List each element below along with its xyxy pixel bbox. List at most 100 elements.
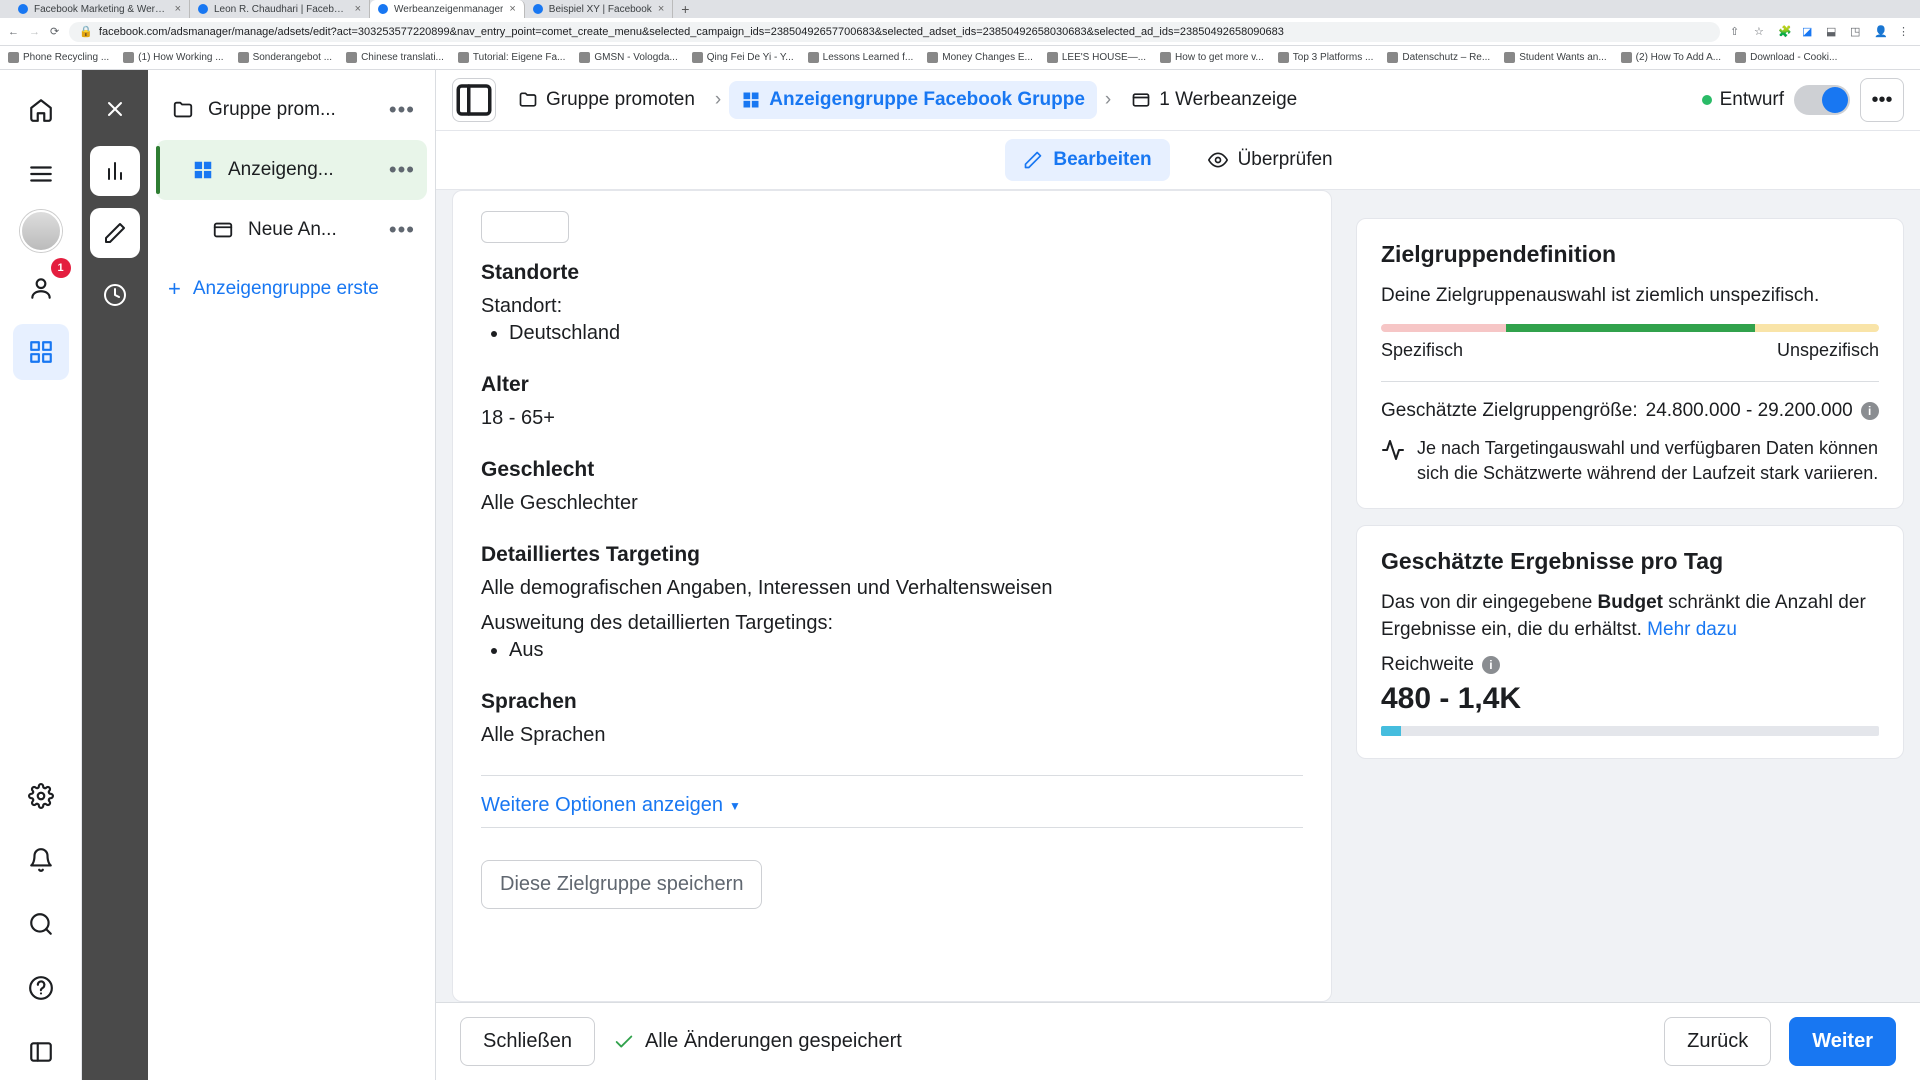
close-editor-button[interactable] — [90, 84, 140, 134]
extension-icon[interactable]: ⬓ — [1826, 25, 1840, 39]
location-value: Deutschland — [509, 322, 1303, 345]
audience-definition-card: Zielgruppendefinition Deine Zielgruppena… — [1356, 218, 1904, 509]
bookmark[interactable]: Tutorial: Eigene Fa... — [458, 52, 565, 63]
tree-row-adset[interactable]: Anzeigeng... ••• — [156, 140, 427, 200]
nav-home[interactable] — [13, 82, 69, 138]
breadcrumb-ad[interactable]: 1 Werbeanzeige — [1119, 81, 1309, 119]
nav-search[interactable] — [13, 896, 69, 952]
row-menu-icon[interactable]: ••• — [389, 97, 415, 123]
bookmark[interactable]: Student Wants an... — [1504, 52, 1606, 63]
extension-icon[interactable]: ◳ — [1850, 25, 1864, 39]
nav-account[interactable] — [20, 210, 62, 252]
nav-back-icon[interactable]: ← — [8, 26, 19, 38]
tree-row-ad[interactable]: Neue An... ••• — [156, 200, 427, 260]
url-bar[interactable]: 🔒facebook.com/adsmanager/manage/adsets/e… — [69, 22, 1720, 42]
nav-help[interactable] — [13, 960, 69, 1016]
panel-toggle-button[interactable] — [452, 78, 496, 122]
nav-audiences[interactable]: 1 — [13, 260, 69, 316]
nav-notifications[interactable] — [13, 832, 69, 888]
browser-tab[interactable]: Werbeanzeigenmanager× — [370, 0, 525, 18]
nav-ads-manager[interactable] — [13, 324, 69, 380]
new-tab-button[interactable]: + — [673, 1, 697, 17]
campaign-tree: Gruppe prom... ••• Anzeigeng... ••• Neue… — [148, 70, 436, 1080]
info-icon[interactable]: i — [1482, 656, 1500, 674]
browser-tab[interactable]: Facebook Marketing & Werbe...× — [10, 0, 190, 18]
badge: 1 — [51, 258, 71, 278]
bookmark[interactable]: LEE'S HOUSE—... — [1047, 52, 1146, 63]
show-more-options-link[interactable]: Weitere Optionen anzeigen▼ — [481, 794, 1303, 817]
check-icon — [613, 1031, 635, 1053]
menu-icon[interactable]: ⋮ — [1898, 25, 1912, 39]
nav-collapse[interactable] — [13, 1024, 69, 1080]
breadcrumb-adset[interactable]: Anzeigengruppe Facebook Gruppe — [729, 81, 1097, 119]
tab-edit[interactable]: Bearbeiten — [1005, 139, 1169, 181]
extension-icon[interactable]: ◪ — [1802, 25, 1816, 39]
reach-label: Reichweite — [1381, 654, 1474, 676]
bookmark[interactable]: Lessons Learned f... — [808, 52, 914, 63]
audience-definition-subtitle: Deine Zielgruppenauswahl ist ziemlich un… — [1381, 282, 1879, 310]
pill-placeholder — [481, 211, 569, 243]
info-icon[interactable]: i — [1861, 402, 1879, 420]
bookmark[interactable]: GMSN - Vologda... — [579, 52, 677, 63]
close-icon[interactable]: × — [175, 3, 181, 15]
divider — [481, 775, 1303, 776]
bookmark[interactable]: How to get more v... — [1160, 52, 1264, 63]
next-button[interactable]: Weiter — [1789, 1017, 1896, 1066]
bookmark[interactable]: Chinese translati... — [346, 52, 444, 63]
est-note: Je nach Targetingauswahl und verfügbaren… — [1417, 436, 1879, 486]
folder-icon — [518, 90, 538, 110]
extension-icon[interactable]: 🧩 — [1778, 25, 1792, 39]
avatar-icon[interactable]: 👤 — [1874, 25, 1888, 39]
learn-more-link[interactable]: Mehr dazu — [1647, 619, 1737, 640]
expansion-label: Ausweitung des detaillierten Targetings: — [481, 612, 1303, 635]
save-audience-button[interactable]: Diese Zielgruppe speichern — [481, 860, 762, 909]
bookmark[interactable]: (1) How Working ... — [123, 52, 223, 63]
row-menu-icon[interactable]: ••• — [389, 217, 415, 243]
bookmark[interactable]: Top 3 Platforms ... — [1278, 52, 1374, 63]
star-icon[interactable]: ☆ — [1754, 25, 1768, 39]
bookmark[interactable]: Sonderangebot ... — [238, 52, 333, 63]
bookmark[interactable]: Money Changes E... — [927, 52, 1033, 63]
history-button[interactable] — [90, 270, 140, 320]
bookmark[interactable]: Phone Recycling ... — [8, 52, 109, 63]
bookmark[interactable]: Datenschutz – Re... — [1387, 52, 1490, 63]
lock-icon: 🔒 — [79, 25, 93, 38]
publish-toggle[interactable] — [1794, 85, 1850, 115]
bookmark[interactable]: (2) How To Add A... — [1621, 52, 1721, 63]
share-icon[interactable]: ⇧ — [1730, 25, 1744, 39]
stats-button[interactable] — [90, 146, 140, 196]
reach-value: 480 - 1,4K — [1381, 682, 1879, 716]
tab-review[interactable]: Überprüfen — [1190, 139, 1351, 181]
tree-row-campaign[interactable]: Gruppe prom... ••• — [156, 80, 427, 140]
close-icon[interactable]: × — [355, 3, 361, 15]
avatar — [20, 210, 62, 252]
more-menu-button[interactable]: ••• — [1860, 78, 1904, 122]
row-menu-icon[interactable]: ••• — [389, 157, 415, 183]
edit-button[interactable] — [90, 208, 140, 258]
nav-forward-icon[interactable]: → — [29, 26, 40, 38]
add-adset-button[interactable]: + Anzeigengruppe erste — [148, 260, 435, 318]
nav-settings[interactable] — [13, 768, 69, 824]
browser-tab[interactable]: Beispiel XY | Facebook× — [525, 0, 673, 18]
save-indicator: Alle Änderungen gespeichert — [613, 1030, 902, 1053]
est-size-value: 24.800.000 - 29.200.000 — [1646, 400, 1853, 422]
browser-tabs: Facebook Marketing & Werbe...× Leon R. C… — [0, 0, 1920, 18]
status-dot-icon — [1702, 95, 1712, 105]
daily-results-title: Geschätzte Ergebnisse pro Tag — [1381, 548, 1879, 575]
eye-icon — [1208, 150, 1228, 170]
age-heading: Alter — [481, 373, 1303, 397]
bookmark[interactable]: Qing Fei De Yi - Y... — [692, 52, 794, 63]
browser-tab[interactable]: Leon R. Chaudhari | Facebook× — [190, 0, 370, 18]
close-icon[interactable]: × — [509, 3, 515, 15]
activity-icon — [1381, 438, 1405, 462]
breadcrumb-campaign[interactable]: Gruppe promoten — [506, 81, 707, 119]
reload-icon[interactable]: ⟳ — [50, 25, 59, 38]
close-icon[interactable]: × — [658, 3, 664, 15]
bookmark[interactable]: Download - Cooki... — [1735, 52, 1837, 63]
nav-menu[interactable] — [13, 146, 69, 202]
grid-icon — [741, 90, 761, 110]
bookmarks-bar: Phone Recycling ... (1) How Working ... … — [0, 46, 1920, 70]
divider — [481, 827, 1303, 828]
back-button[interactable]: Zurück — [1664, 1017, 1771, 1066]
close-button[interactable]: Schließen — [460, 1017, 595, 1066]
